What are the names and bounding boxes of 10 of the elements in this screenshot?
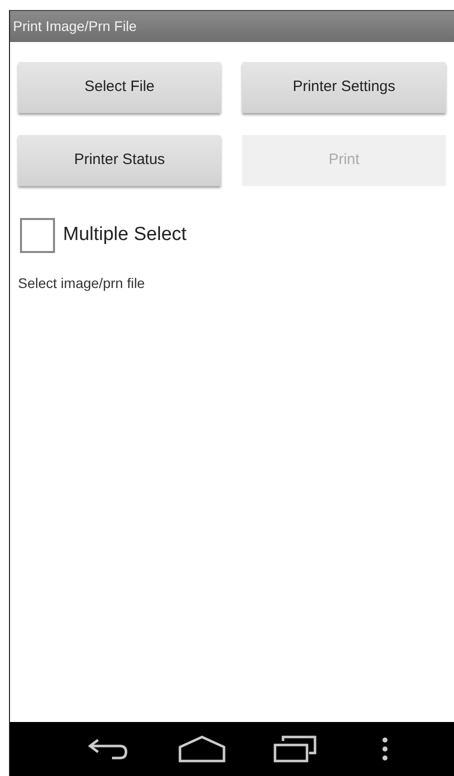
checkbox-label[interactable]: Multiple Select [63,221,187,250]
checkbox[interactable] [20,218,55,253]
status-text: Select image/prn file [18,274,146,293]
printer-status-button[interactable]: Printer Status [18,135,221,186]
window-title: Print Image/Prn File [10,11,454,42]
recents-icon[interactable] [273,735,317,763]
home-icon[interactable] [178,735,226,763]
select-file-button[interactable]: Select File [18,62,221,113]
printer-settings-button[interactable]: Printer Settings [242,62,446,113]
menu-icon[interactable] [382,736,388,762]
